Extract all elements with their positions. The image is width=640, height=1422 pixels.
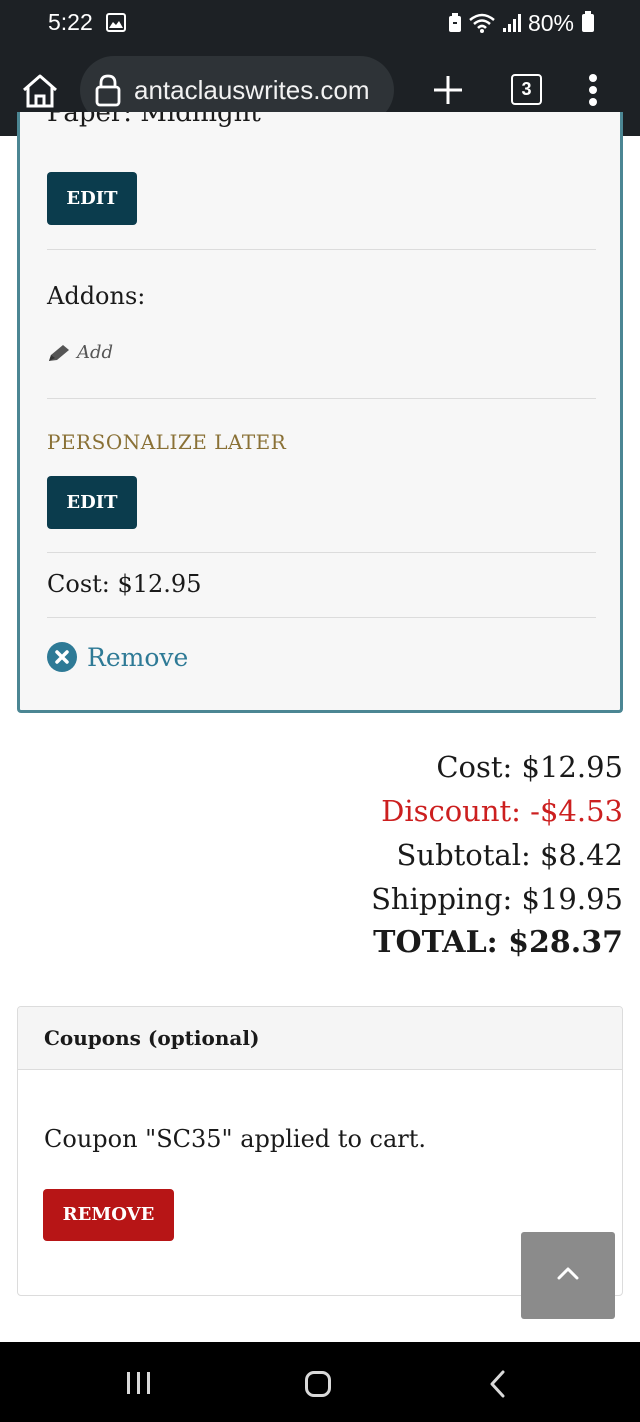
remove-coupon-button[interactable]: REMOVE	[43, 1189, 174, 1241]
tab-switcher-button[interactable]: 3	[511, 74, 542, 105]
coupon-applied-message: Coupon "SC35" applied to cart.	[44, 1125, 427, 1153]
personalize-later-label: PERSONALIZE LATER	[47, 430, 287, 454]
browser-menu-button[interactable]	[586, 72, 600, 108]
grand-total: TOTAL: $28.37	[373, 925, 623, 960]
back-nav-button[interactable]	[488, 1370, 508, 1398]
add-addon-link[interactable]: Add	[47, 342, 113, 363]
battery-percent: 80%	[527, 9, 574, 36]
back-to-top-button[interactable]	[521, 1232, 615, 1319]
recents-button[interactable]	[126, 1372, 152, 1394]
total-subtotal: Subtotal: $8.42	[396, 838, 623, 872]
total-discount: Discount: -$4.53	[381, 794, 623, 828]
signal-icon	[502, 14, 521, 32]
status-time: 5:22	[48, 9, 93, 35]
edit-paper-button[interactable]: EDIT	[47, 172, 137, 225]
lock-icon	[95, 74, 121, 107]
total-shipping: Shipping: $19.95	[371, 882, 623, 916]
status-bar: 5:22 80%	[0, 0, 640, 46]
status-indicators: 80%	[448, 9, 594, 37]
divider	[47, 617, 596, 618]
home-button[interactable]	[20, 72, 60, 110]
recents-bar-icon	[137, 1372, 140, 1394]
new-tab-button[interactable]	[430, 72, 466, 108]
battery-icon	[582, 11, 594, 32]
edit-personalize-button[interactable]: EDIT	[47, 476, 137, 529]
remove-item-link[interactable]: Remove	[47, 642, 188, 672]
pencil-icon	[49, 344, 69, 361]
cart-item-card: Paper: Midnight EDIT Addons: Add PERSONA…	[17, 112, 623, 713]
gallery-notification-icon	[106, 13, 126, 32]
total-cost: Cost: $12.95	[436, 750, 623, 784]
recents-bar-icon	[127, 1372, 130, 1394]
home-nav-button[interactable]	[305, 1371, 331, 1397]
divider	[47, 249, 596, 250]
chevron-up-icon	[557, 1267, 579, 1280]
order-totals: Cost: $12.95 Discount: -$4.53 Subtotal: …	[371, 745, 623, 965]
menu-dot-icon	[589, 98, 597, 106]
add-addon-label: Add	[77, 342, 114, 363]
remove-circle-icon	[47, 642, 77, 672]
paper-option: Paper: Midnight	[47, 112, 261, 128]
divider	[47, 552, 596, 553]
recents-bar-icon	[147, 1372, 150, 1394]
back-chevron-icon	[490, 1370, 505, 1398]
item-cost: Cost: $12.95	[47, 570, 202, 598]
url-text: antaclauswrites.com	[134, 75, 370, 105]
menu-dot-icon	[589, 74, 597, 82]
remove-item-label: Remove	[87, 642, 189, 672]
coupons-header: Coupons (optional)	[18, 1007, 622, 1070]
home-icon	[23, 74, 57, 108]
plus-icon	[434, 76, 462, 104]
battery-saver-icon	[448, 13, 461, 32]
divider	[47, 398, 596, 399]
system-nav-bar	[0, 1342, 640, 1422]
wifi-icon	[469, 13, 495, 33]
addons-label: Addons:	[47, 282, 146, 310]
menu-dot-icon	[589, 86, 597, 94]
